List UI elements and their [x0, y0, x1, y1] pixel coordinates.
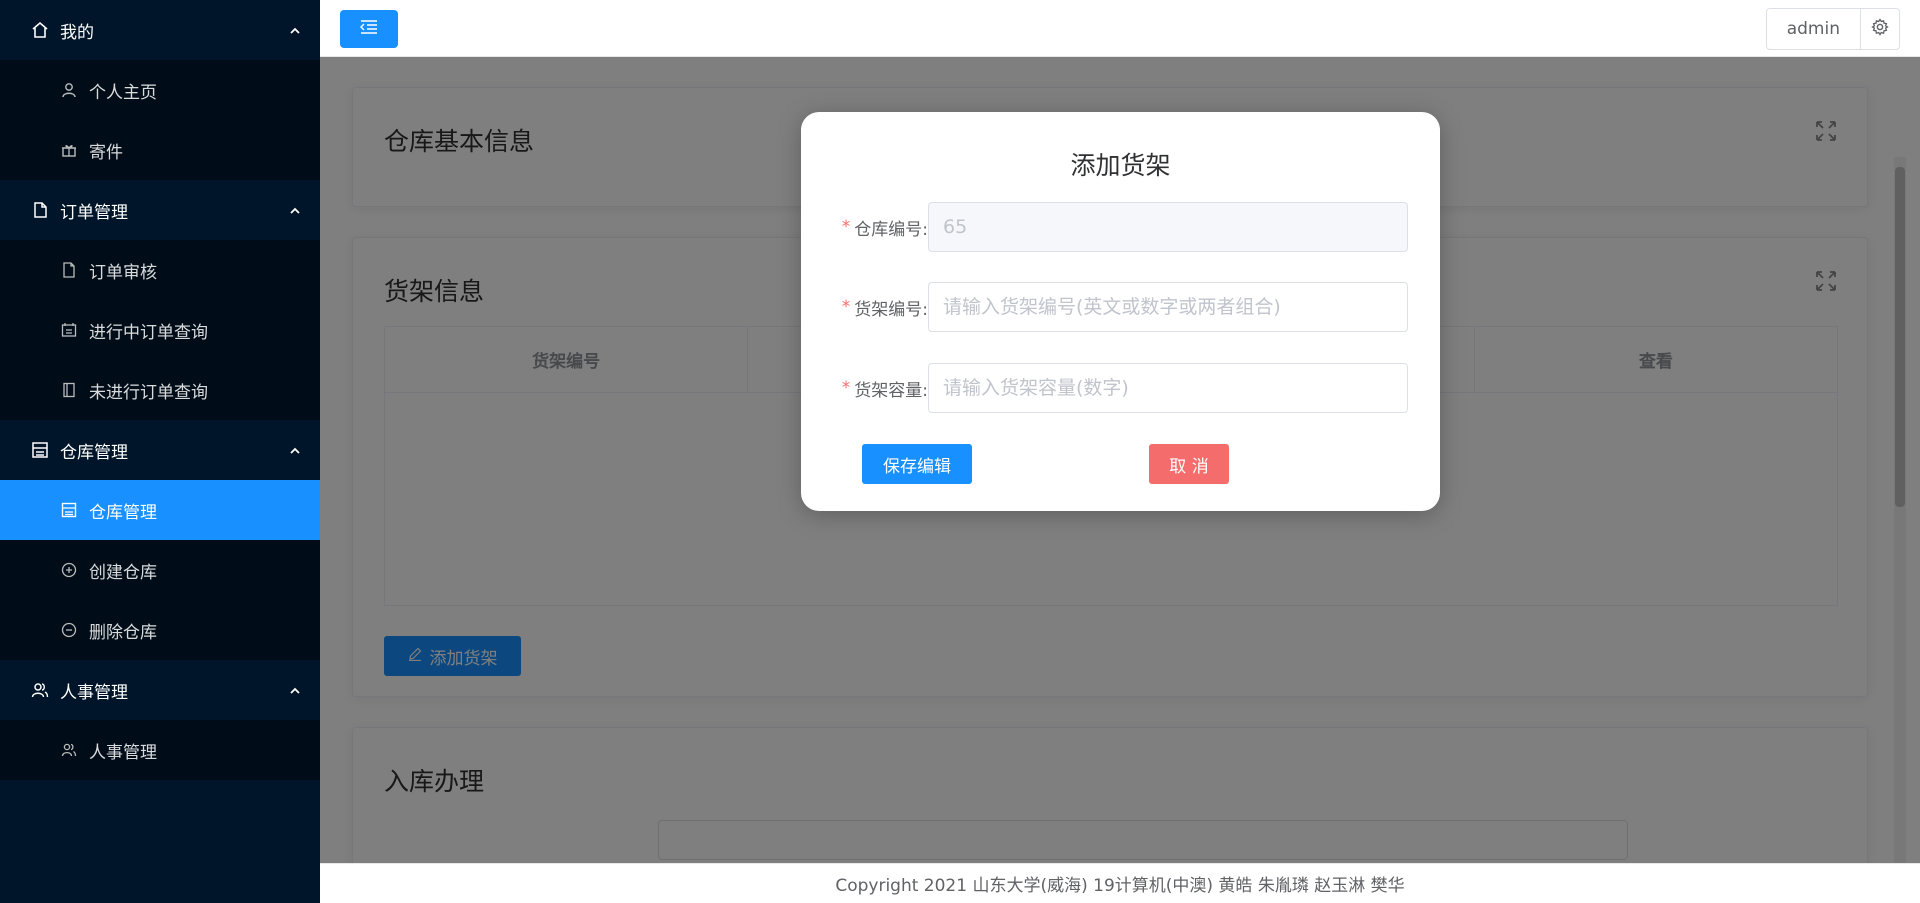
- menu-item-order-review[interactable]: 订单审核: [0, 240, 320, 300]
- menu-item-label: 删除仓库: [89, 622, 157, 643]
- cancel-button[interactable]: 取 消: [1149, 444, 1229, 484]
- settings-button[interactable]: [1861, 9, 1899, 49]
- submenu-mine: 个人主页 寄件: [0, 60, 320, 180]
- menu-group-mine[interactable]: 我的: [0, 0, 320, 60]
- footer: Copyright 2021 山东大学(威海) 19计算机(中澳) 黄皓 朱胤璘…: [320, 863, 1920, 903]
- menu-item-orders-pending[interactable]: 未进行订单查询: [0, 360, 320, 420]
- form-label: * 货架容量:: [831, 363, 928, 413]
- menu-group-personnel[interactable]: 人事管理: [0, 660, 320, 720]
- top-header: admin: [320, 0, 1920, 57]
- menu-item-personnel-manage[interactable]: 人事管理: [0, 720, 320, 780]
- required-asterisk: *: [841, 378, 851, 398]
- menu-item-label: 仓库管理: [89, 502, 157, 523]
- notebook-icon: [60, 381, 78, 399]
- form-row-shelf-capacity: * 货架容量:: [831, 363, 1411, 413]
- document-icon: [30, 200, 50, 220]
- form-label: * 货架编号:: [831, 282, 928, 332]
- sidebar: 我的 个人主页 寄件 订单管理 订单审核 进行中订单查询 未进行订单查询 仓库管…: [0, 0, 320, 903]
- form-label-text: 货架容量:: [854, 380, 928, 401]
- menu-item-profile[interactable]: 个人主页: [0, 60, 320, 120]
- required-asterisk: *: [841, 217, 851, 237]
- add-shelf-dialog: 添加货架 * 仓库编号: * 货架编号: * 货架容量: 保存编辑 取 消: [801, 112, 1440, 511]
- menu-item-label: 寄件: [89, 142, 123, 163]
- users-icon: [30, 680, 50, 700]
- chevron-up-icon: [288, 443, 302, 457]
- form-row-warehouse-id: * 仓库编号:: [831, 202, 1411, 252]
- warehouse-id-input: [928, 202, 1408, 252]
- shelf-id-input[interactable]: [928, 282, 1408, 332]
- save-button[interactable]: 保存编辑: [862, 444, 972, 484]
- chevron-up-icon: [288, 683, 302, 697]
- copyright-text: Copyright 2021 山东大学(威海) 19计算机(中澳) 黄皓 朱胤璘…: [835, 876, 1405, 896]
- warehouse-icon: [60, 501, 78, 519]
- form-label-text: 仓库编号:: [854, 219, 928, 240]
- home-icon: [30, 20, 50, 40]
- circle-minus-icon: [60, 621, 78, 639]
- gear-icon: [1871, 18, 1889, 40]
- menu-group-warehouse[interactable]: 仓库管理: [0, 420, 320, 480]
- menu-item-label: 个人主页: [89, 82, 157, 103]
- circle-plus-icon: [60, 561, 78, 579]
- menu-item-delete-warehouse[interactable]: 删除仓库: [0, 600, 320, 660]
- form-label-text: 货架编号:: [854, 299, 928, 320]
- user-icon: [60, 81, 78, 99]
- menu-group-label: 我的: [60, 22, 94, 43]
- menu-group-label: 订单管理: [60, 202, 128, 223]
- menu-group-orders[interactable]: 订单管理: [0, 180, 320, 240]
- form-label: * 仓库编号:: [831, 202, 928, 252]
- menu-group-label: 仓库管理: [60, 442, 128, 463]
- username-button[interactable]: admin: [1767, 9, 1861, 49]
- sidebar-toggle-button[interactable]: [340, 10, 398, 48]
- menu-item-create-warehouse[interactable]: 创建仓库: [0, 540, 320, 600]
- submenu-personnel: 人事管理: [0, 720, 320, 780]
- submenu-orders: 订单审核 进行中订单查询 未进行订单查询: [0, 240, 320, 420]
- menu-item-send[interactable]: 寄件: [0, 120, 320, 180]
- menu-item-label: 未进行订单查询: [89, 382, 208, 403]
- menu-item-label: 订单审核: [89, 262, 157, 283]
- shelf-capacity-input[interactable]: [928, 363, 1408, 413]
- document-icon: [60, 261, 78, 279]
- gift-icon: [60, 141, 78, 159]
- chevron-up-icon: [288, 23, 302, 37]
- date-icon: [60, 321, 78, 339]
- form-row-shelf-id: * 货架编号:: [831, 282, 1411, 332]
- menu-group-label: 人事管理: [60, 682, 128, 703]
- menu-item-label: 创建仓库: [89, 562, 157, 583]
- indent-icon: [359, 19, 379, 39]
- menu-item-label: 人事管理: [89, 742, 157, 763]
- chevron-up-icon: [288, 203, 302, 217]
- menu-item-warehouse-manage[interactable]: 仓库管理: [0, 480, 320, 540]
- submenu-warehouse: 仓库管理 创建仓库 删除仓库: [0, 480, 320, 660]
- users-icon: [60, 741, 78, 759]
- menu-item-label: 进行中订单查询: [89, 322, 208, 343]
- required-asterisk: *: [841, 297, 851, 317]
- warehouse-icon: [30, 440, 50, 460]
- menu-item-orders-in-progress[interactable]: 进行中订单查询: [0, 300, 320, 360]
- user-box: admin: [1765, 8, 1900, 50]
- dialog-title: 添加货架: [1070, 151, 1171, 180]
